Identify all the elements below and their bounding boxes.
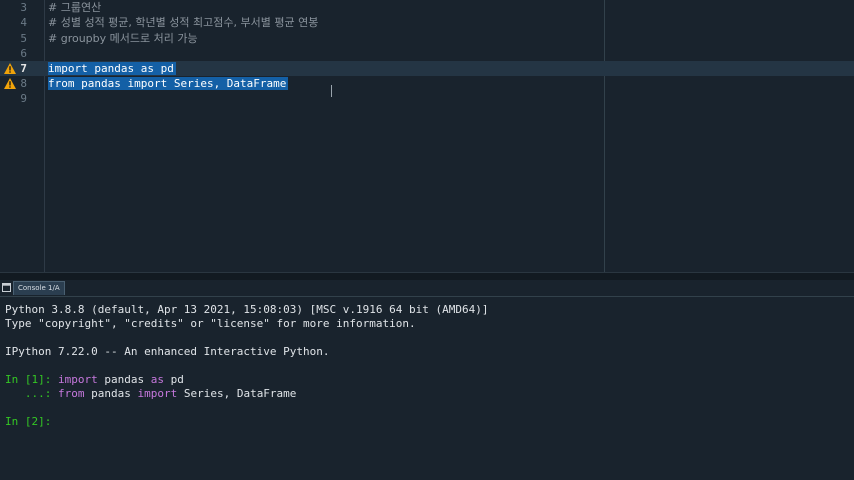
input-prompt: In [2]: — [5, 415, 52, 428]
selected-text: from pandas import Series, DataFrame — [48, 77, 289, 90]
keyword: from — [57, 387, 85, 400]
code-token: pd — [163, 373, 184, 386]
keyword: as — [150, 373, 164, 386]
line-number: 8 — [20, 77, 27, 90]
selected-text: import pandas as pd — [48, 62, 176, 75]
keyword: import — [57, 373, 98, 386]
line-number: 7 — [20, 62, 27, 75]
editor-line-9[interactable]: 9 — [0, 91, 854, 106]
ipython-console[interactable]: Python 3.8.8 (default, Apr 13 2021, 15:0… — [0, 297, 854, 480]
input-prompt: In [1]: — [5, 373, 52, 386]
console-tab-bar: Console 1/A — [0, 280, 854, 297]
code-comment: # 성별 성적 평균, 학년별 성적 최고점수, 부서별 평균 연봉 — [48, 16, 319, 29]
mouse-ibeam-cursor — [331, 85, 332, 97]
editor-line-6[interactable]: 6 — [0, 46, 854, 61]
line-number: 4 — [20, 16, 27, 29]
code-token: Series, DataFrame — [177, 387, 297, 400]
line-number: 3 — [20, 1, 27, 14]
code-token: pandas — [84, 387, 138, 400]
line-number: 6 — [20, 47, 27, 60]
code-comment: # 그룹연산 — [48, 1, 102, 14]
banner-line: Python 3.8.8 (default, Apr 13 2021, 15:0… — [5, 303, 489, 316]
tab-console[interactable]: Console 1/A — [13, 281, 65, 295]
editor-line-5[interactable]: 5 # groupby 메서드로 처리 가능 — [0, 31, 854, 46]
input-line-1: In [1]: import pandas as pd — [5, 373, 184, 387]
banner-line: IPython 7.22.0 -- An enhanced Interactiv… — [5, 345, 330, 358]
editor-line-3[interactable]: 3 # 그룹연산 — [0, 0, 854, 15]
continuation-prompt: ...: — [5, 387, 52, 400]
line-number: 5 — [20, 32, 27, 45]
editor-line-4[interactable]: 4 # 성별 성적 평균, 학년별 성적 최고점수, 부서별 평균 연봉 — [0, 15, 854, 30]
code-token: pandas — [97, 373, 151, 386]
input-line-2[interactable]: In [2]: — [5, 415, 51, 429]
code-comment: # groupby 메서드로 처리 가능 — [48, 32, 198, 45]
editor-line-8[interactable]: 8 from pandas import Series, DataFrame — [0, 76, 854, 91]
keyword: import — [137, 387, 178, 400]
code-text: from pandas import Series, DataFrame — [48, 76, 289, 91]
banner-line: Type "copyright", "credits" or "license"… — [5, 317, 416, 330]
continuation-line: ...: from pandas import Series, DataFram… — [5, 387, 297, 401]
console-pane-icon[interactable] — [2, 283, 11, 292]
code-text: import pandas as pd — [48, 61, 176, 76]
line-number: 9 — [20, 92, 27, 105]
editor-line-7[interactable]: 7 import pandas as pd — [0, 61, 854, 76]
code-editor[interactable]: 3 # 그룹연산 4 # 성별 성적 평균, 학년별 성적 최고점수, 부서별 … — [0, 0, 854, 272]
